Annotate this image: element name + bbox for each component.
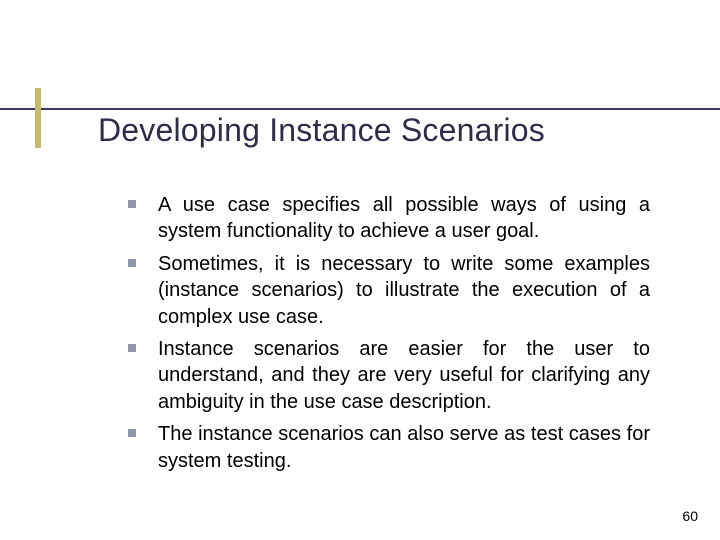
- slide-title: Developing Instance Scenarios: [98, 112, 545, 149]
- bullet-text: Instance scenarios are easier for the us…: [158, 336, 650, 415]
- list-item: The instance scenarios can also serve as…: [128, 421, 650, 474]
- square-bullet-icon: [128, 344, 136, 352]
- bullet-text: Sometimes, it is necessary to write some…: [158, 251, 650, 330]
- title-underline: [0, 108, 720, 110]
- list-item: Sometimes, it is necessary to write some…: [128, 251, 650, 330]
- page-number: 60: [682, 508, 698, 524]
- slide-body: A use case specifies all possible ways o…: [128, 192, 650, 480]
- title-area: [0, 108, 720, 110]
- bullet-list: A use case specifies all possible ways o…: [128, 192, 650, 474]
- square-bullet-icon: [128, 200, 136, 208]
- bullet-text: The instance scenarios can also serve as…: [158, 421, 650, 474]
- bullet-text: A use case specifies all possible ways o…: [158, 192, 650, 245]
- slide: Developing Instance Scenarios A use case…: [0, 0, 720, 540]
- title-accent-bar: [35, 88, 41, 148]
- list-item: Instance scenarios are easier for the us…: [128, 336, 650, 415]
- square-bullet-icon: [128, 259, 136, 267]
- list-item: A use case specifies all possible ways o…: [128, 192, 650, 245]
- square-bullet-icon: [128, 429, 136, 437]
